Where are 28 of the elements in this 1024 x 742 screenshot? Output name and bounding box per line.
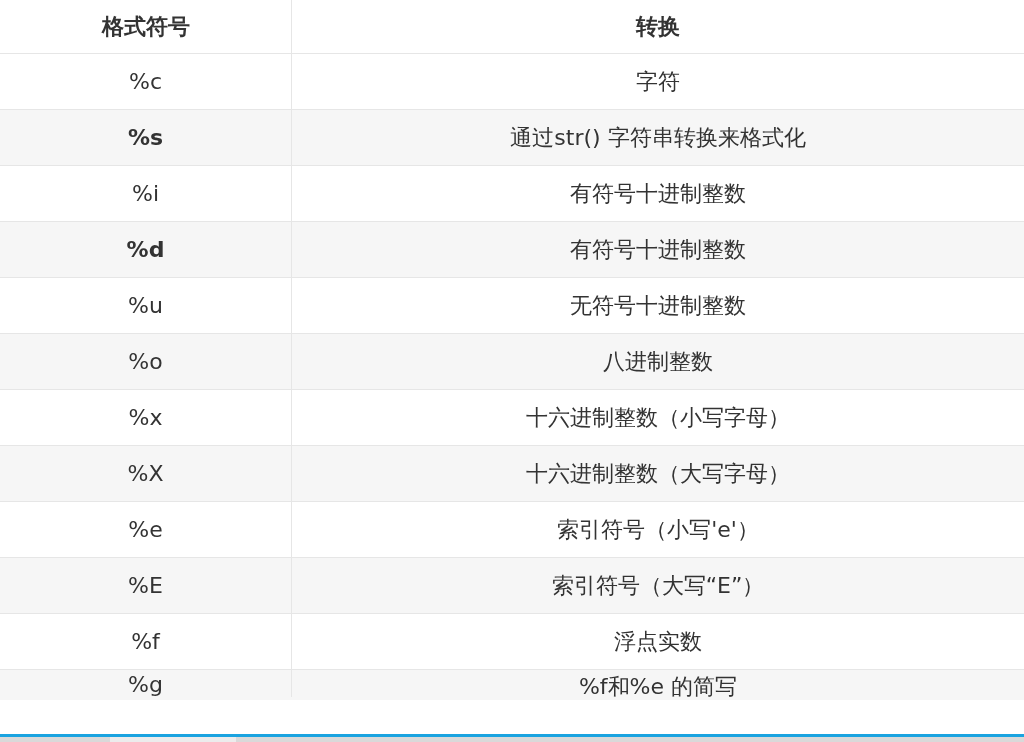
table-cell-text: 浮点实数 xyxy=(614,627,702,656)
table-cell-text: %f和%e 的简写 xyxy=(578,673,738,701)
table-cell: %g xyxy=(128,672,163,697)
column-header: 转换 xyxy=(636,12,680,41)
table-cell: %d xyxy=(126,237,165,262)
column-header: 格式符号 xyxy=(101,12,190,41)
table-cell: %o xyxy=(128,349,163,374)
table-cell-text: 有符号十进制整数 xyxy=(570,179,746,208)
table-cell: %X xyxy=(127,461,164,486)
table-cell-text: 字符 xyxy=(636,67,680,96)
table-cell: %i xyxy=(132,181,159,206)
table-cell-text: 十六进制整数（小写字母） xyxy=(526,403,790,432)
scrollbar[interactable] xyxy=(0,734,1024,742)
table-cell: %u xyxy=(128,293,163,318)
table-cell-text: 索引符号（小写'e'） xyxy=(557,515,759,544)
table-cell: %x xyxy=(128,405,163,430)
table-cell-text: 十六进制整数（大写字母） xyxy=(526,459,790,488)
table-cell-text: 索引符号（大写“E”） xyxy=(551,571,765,600)
table-cell-text: 无符号十进制整数 xyxy=(570,291,746,320)
table-cell: %c xyxy=(129,69,162,94)
scrollbar-thumb[interactable] xyxy=(110,737,236,742)
table-cell: %e xyxy=(128,517,163,542)
table-cell: %f xyxy=(131,629,160,654)
table-cell-text: 有符号十进制整数 xyxy=(570,235,746,264)
table-cell: %E xyxy=(128,573,163,598)
table-cell-text: 通过str() 字符串转换来格式化 xyxy=(510,123,806,152)
table-cell: %s xyxy=(127,125,164,150)
table-cell-text: 八进制整数 xyxy=(603,347,713,376)
